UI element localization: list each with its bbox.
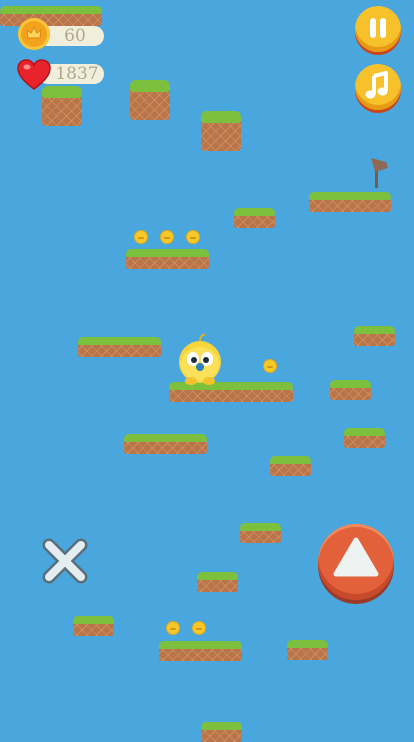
music-note-icon	[365, 71, 388, 99]
pause-icon	[370, 18, 386, 38]
coin-icon	[263, 359, 277, 373]
jump-button[interactable]	[318, 524, 394, 600]
platform	[309, 192, 391, 212]
coin-icon	[166, 621, 180, 635]
platform	[0, 6, 102, 26]
coin-icon	[160, 230, 174, 244]
pause-button[interactable]	[355, 6, 401, 52]
floating-block	[42, 86, 82, 126]
coin-icon	[134, 230, 148, 244]
platform	[197, 572, 238, 592]
platform	[240, 523, 281, 543]
platform	[73, 616, 114, 636]
platform	[234, 208, 275, 228]
floating-block	[201, 111, 241, 151]
up-arrow-icon	[333, 537, 379, 577]
lives-count-text: 1837	[55, 64, 99, 84]
crown-coin-icon	[18, 18, 50, 50]
coin-count-text: 60	[64, 26, 86, 46]
platform	[159, 641, 242, 661]
platform	[354, 326, 395, 346]
platform	[126, 249, 209, 269]
signpost-icon	[366, 156, 392, 190]
coin-icon	[192, 621, 206, 635]
player-chick	[176, 332, 224, 386]
platform	[344, 428, 385, 448]
close-button[interactable]	[40, 536, 90, 586]
platform	[287, 640, 328, 660]
close-x-icon	[42, 538, 88, 584]
coin-icon	[186, 230, 200, 244]
platform	[330, 380, 371, 400]
platform	[78, 337, 161, 357]
floating-block	[130, 80, 170, 120]
platform	[270, 456, 311, 476]
music-button[interactable]	[355, 64, 401, 110]
platform	[201, 722, 242, 742]
platform	[124, 434, 207, 454]
